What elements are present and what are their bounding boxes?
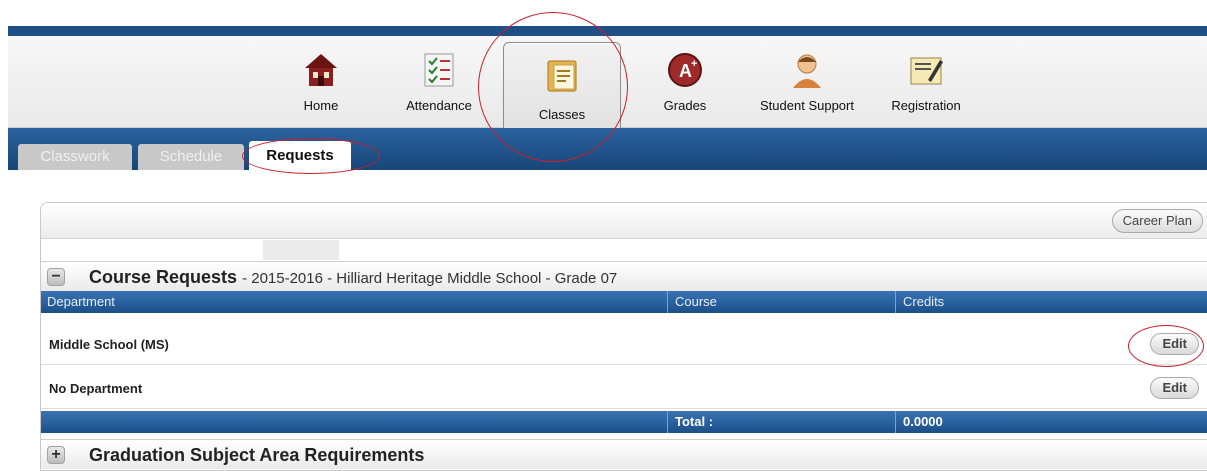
nav-home-label: Home (303, 98, 339, 113)
sub-tab-bar: Classwork Schedule Requests (8, 128, 1207, 170)
career-plan-button[interactable]: Career Plan (1111, 209, 1203, 233)
top-strip (8, 26, 1207, 36)
home-icon (305, 54, 337, 86)
nav-student-support[interactable]: Student Support (748, 50, 866, 130)
course-requests-title-text: Course Requests (89, 267, 238, 287)
course-requests-title: Course Requests - 2015-2016 - Hilliard H… (89, 267, 617, 288)
nav-registration[interactable]: Registration (874, 50, 978, 130)
main-nav-bar: Home Attendance Classes A + Grades Stude… (8, 36, 1207, 156)
column-header-department: Department (47, 294, 115, 309)
tab-requests[interactable]: Requests (249, 141, 351, 170)
table-row: Middle School (MS) Edit (41, 323, 1207, 365)
row-department: No Department (49, 381, 143, 396)
course-panel: Career Plan − Course Requests - 2015-201… (40, 202, 1207, 471)
registration-icon (910, 57, 943, 85)
column-divider (667, 291, 668, 313)
classes-icon (547, 60, 577, 92)
panel-spacer (41, 240, 1207, 260)
nav-grades-label: Grades (663, 98, 707, 113)
graduation-requirements-title: Graduation Subject Area Requirements (89, 445, 425, 465)
total-label: Total : (675, 414, 714, 429)
column-divider (667, 411, 668, 433)
table-row: No Department Edit (41, 367, 1207, 409)
column-divider (895, 291, 896, 313)
grades-icon: A + (668, 53, 702, 87)
tab-classwork[interactable]: Classwork (18, 144, 132, 170)
column-header-credits: Credits (903, 294, 945, 309)
attendance-icon (424, 53, 454, 87)
graduation-requirements-header[interactable]: + Graduation Subject Area Requirements (41, 439, 1207, 469)
column-header-course: Course (675, 294, 717, 309)
total-value: 0.0000 (903, 414, 943, 429)
edit-button[interactable]: Edit (1150, 333, 1199, 355)
expand-icon[interactable]: + (47, 446, 65, 464)
nav-grades[interactable]: A + Grades (650, 50, 720, 130)
nav-classes-label: Classes (538, 107, 586, 122)
nav-attendance-label: Attendance (406, 98, 472, 113)
spacer-block (263, 240, 339, 260)
nav-home[interactable]: Home (286, 50, 356, 130)
student-support-icon (793, 54, 821, 88)
course-requests-subtitle: - 2015-2016 - Hilliard Heritage Middle S… (242, 270, 618, 287)
edit-button[interactable]: Edit (1150, 377, 1199, 399)
course-table-header: Department Course Credits (41, 291, 1207, 313)
row-department: Middle School (MS) (49, 337, 169, 352)
tab-schedule[interactable]: Schedule (138, 144, 244, 170)
svg-text:+: + (691, 58, 697, 70)
course-table-footer: Total : 0.0000 (41, 411, 1207, 433)
nav-registration-label: Registration (891, 98, 961, 113)
collapse-icon[interactable]: − (47, 268, 65, 286)
panel-toolbar: Career Plan (41, 203, 1207, 239)
course-requests-header[interactable]: − Course Requests - 2015-2016 - Hilliard… (41, 261, 1207, 291)
nav-student-support-label: Student Support (760, 98, 854, 113)
nav-attendance[interactable]: Attendance (394, 50, 484, 130)
app-window: Home Attendance Classes A + Grades Stude… (0, 0, 1207, 471)
column-divider (895, 411, 896, 433)
